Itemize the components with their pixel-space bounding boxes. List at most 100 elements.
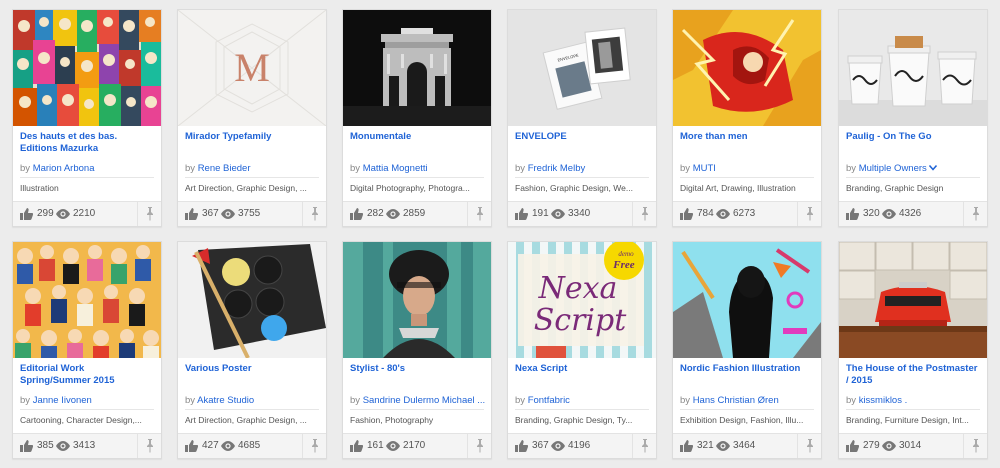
owner-link[interactable]: Fontfabric <box>528 395 570 406</box>
divider <box>846 409 980 410</box>
project-card[interactable]: Des hauts et des bas. Editions Mazurka b… <box>12 9 162 227</box>
save-to-collection-button[interactable] <box>797 434 821 458</box>
pin-icon <box>311 207 318 221</box>
owner-prefix: by <box>20 395 31 406</box>
project-title[interactable]: Des hauts et des bas. Editions Mazurka <box>20 131 156 155</box>
pin-icon <box>146 207 153 221</box>
project-thumbnail[interactable]: M <box>178 10 326 126</box>
eye-icon <box>221 209 235 219</box>
divider <box>185 409 319 410</box>
pin-icon <box>476 207 483 221</box>
save-to-collection-button[interactable] <box>302 202 326 226</box>
project-title[interactable]: ENVELOPE <box>515 131 651 143</box>
eye-icon <box>716 209 730 219</box>
project-thumbnail[interactable] <box>673 10 821 126</box>
project-fields: Branding, Graphic Design, Ty... <box>515 415 633 425</box>
project-card[interactable]: ENVELOPE ENVELOPE by Fredrik Melby Fashi… <box>507 9 657 227</box>
save-to-collection-button[interactable] <box>302 434 326 458</box>
thumbs-up-icon <box>846 440 859 452</box>
project-stats: 367 3755 <box>178 201 326 226</box>
project-stats: 427 4685 <box>178 433 326 458</box>
project-card[interactable]: M Mirador Typefamily by Rene Bieder Art … <box>177 9 327 227</box>
pin-icon <box>146 439 153 453</box>
owner-link[interactable]: MUTI <box>693 163 716 174</box>
project-thumbnail[interactable]: demo Free Nexa Script <box>508 242 656 358</box>
project-card[interactable]: Paulig - On The Go by Multiple Owners Br… <box>838 9 988 227</box>
eye-icon <box>551 441 565 451</box>
save-to-collection-button[interactable] <box>632 434 656 458</box>
project-thumbnail[interactable] <box>839 242 987 358</box>
project-title[interactable]: Stylist - 80's <box>350 363 486 375</box>
project-thumbnail[interactable] <box>13 242 161 358</box>
project-card[interactable]: The House of the Postmaster / 2015 by ki… <box>838 241 988 459</box>
project-thumbnail[interactable] <box>13 10 161 126</box>
project-card[interactable]: Various Poster by Akatre Studio Art Dire… <box>177 241 327 459</box>
appreciations-count: 784 <box>697 208 714 219</box>
project-card[interactable]: demo Free Nexa Script Nexa Script by Fon… <box>507 241 657 459</box>
project-title[interactable]: The House of the Postmaster / 2015 <box>846 363 982 387</box>
project-owner: by Fontfabric <box>515 395 651 406</box>
appreciations-count: 299 <box>37 208 54 219</box>
owner-link[interactable]: Sandrine Dulermo Michael ... <box>363 395 486 406</box>
eye-icon <box>386 209 400 219</box>
project-thumbnail[interactable] <box>343 242 491 358</box>
eye-icon <box>882 441 896 451</box>
owner-prefix: by <box>846 395 857 406</box>
project-card[interactable]: Editorial Work Spring/Summer 2015 by Jan… <box>12 241 162 459</box>
project-thumbnail[interactable] <box>839 10 987 126</box>
divider <box>515 409 649 410</box>
project-title[interactable]: Nexa Script <box>515 363 651 375</box>
save-to-collection-button[interactable] <box>797 202 821 226</box>
project-title[interactable]: Paulig - On The Go <box>846 131 982 143</box>
project-fields: Digital Art, Drawing, Illustration <box>680 183 796 193</box>
owner-link[interactable]: Marion Arbona <box>33 163 95 174</box>
save-to-collection-button[interactable] <box>137 202 161 226</box>
owner-prefix: by <box>680 163 691 174</box>
owner-link[interactable]: Janne Iivonen <box>33 395 92 406</box>
project-card[interactable]: More than men by MUTI Digital Art, Drawi… <box>672 9 822 227</box>
owner-link[interactable]: kissmiklos . <box>859 395 908 406</box>
save-to-collection-button[interactable] <box>467 434 491 458</box>
project-owner: by Marion Arbona <box>20 163 156 174</box>
project-owner: by kissmiklos . <box>846 395 982 406</box>
thumbs-up-icon <box>20 208 33 220</box>
project-thumbnail[interactable] <box>178 242 326 358</box>
project-owner: by Multiple Owners <box>846 163 982 174</box>
views-count: 4326 <box>899 208 922 219</box>
save-to-collection-button[interactable] <box>963 202 987 226</box>
project-title[interactable]: Various Poster <box>185 363 321 375</box>
project-stats: 321 3464 <box>673 433 821 458</box>
owner-link[interactable]: Hans Christian Øren <box>693 395 779 406</box>
project-thumbnail[interactable] <box>673 242 821 358</box>
owner-link[interactable]: Mattia Mognetti <box>363 163 428 174</box>
appreciations-count: 320 <box>863 208 880 219</box>
chevron-down-icon[interactable] <box>929 165 938 172</box>
owner-prefix: by <box>185 395 196 406</box>
owner-link[interactable]: Akatre Studio <box>197 395 254 406</box>
owner-link[interactable]: Rene Bieder <box>198 163 251 174</box>
appreciations-count: 367 <box>532 440 549 451</box>
project-title[interactable]: Editorial Work Spring/Summer 2015 <box>20 363 156 387</box>
save-to-collection-button[interactable] <box>632 202 656 226</box>
project-title[interactable]: Mirador Typefamily <box>185 131 321 143</box>
project-title[interactable]: Monumentale <box>350 131 486 143</box>
nexa-word-2: Script <box>534 303 627 338</box>
owner-link[interactable]: Fredrik Melby <box>528 163 586 174</box>
views-count: 3755 <box>238 208 261 219</box>
owner-link[interactable]: Multiple Owners <box>859 163 927 174</box>
views-count: 2210 <box>73 208 96 219</box>
divider <box>185 177 319 178</box>
project-thumbnail[interactable] <box>343 10 491 126</box>
project-title[interactable]: Nordic Fashion Illustration <box>680 363 816 375</box>
thumbs-up-icon <box>350 208 363 220</box>
project-card[interactable]: Nordic Fashion Illustration by Hans Chri… <box>672 241 822 459</box>
project-card[interactable]: Monumentale by Mattia Mognetti Digital P… <box>342 9 492 227</box>
save-to-collection-button[interactable] <box>137 434 161 458</box>
project-title[interactable]: More than men <box>680 131 816 143</box>
thumbs-up-icon <box>185 440 198 452</box>
save-to-collection-button[interactable] <box>963 434 987 458</box>
divider <box>350 409 484 410</box>
project-card[interactable]: Stylist - 80's by Sandrine Dulermo Micha… <box>342 241 492 459</box>
save-to-collection-button[interactable] <box>467 202 491 226</box>
project-thumbnail[interactable]: ENVELOPE <box>508 10 656 126</box>
